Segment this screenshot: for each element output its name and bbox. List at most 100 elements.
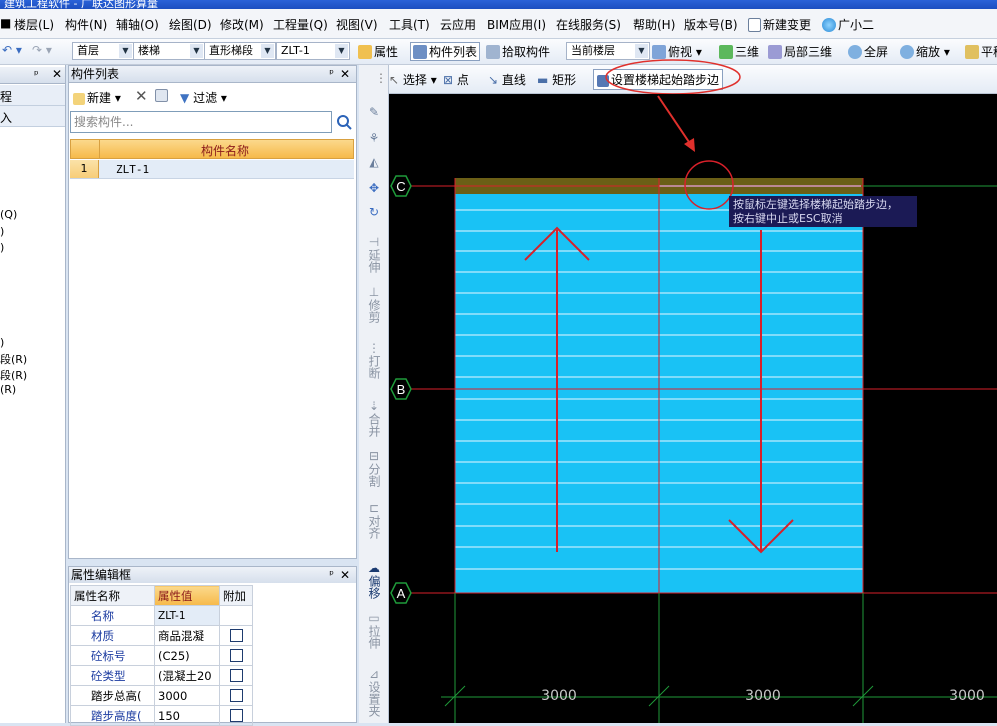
header-attach: 附加: [219, 585, 253, 606]
menu-new-change[interactable]: 新建变更: [748, 16, 811, 33]
stretch-button[interactable]: ▭ 拉伸: [365, 611, 383, 652]
merge-button[interactable]: ⇣ 合并: [365, 399, 383, 440]
subtype-select[interactable]: 直形梯段 ▼: [204, 42, 276, 60]
offset-button[interactable]: ☁ 偏移: [365, 561, 383, 602]
category-select[interactable]: 楼梯 ▼: [133, 42, 205, 60]
pan-button[interactable]: 平移: [965, 43, 997, 60]
drawing-canvas[interactable]: C B A 3000 3000 3000: [389, 94, 997, 723]
menu-view[interactable]: 视图(V): [336, 16, 378, 33]
move-icon[interactable]: ✥: [365, 181, 383, 195]
line-button[interactable]: ↘ 直线: [488, 71, 526, 88]
break-button[interactable]: ⋮ 打断: [365, 341, 383, 382]
rect-button[interactable]: ▬ 矩形: [537, 71, 576, 88]
delete-icon[interactable]: ✕: [135, 87, 148, 105]
menu-online[interactable]: 在线服务(S): [556, 16, 621, 33]
property-value[interactable]: 商品混凝: [154, 625, 220, 646]
point-button[interactable]: ⊠ 点: [443, 71, 469, 88]
pin-icon[interactable]: ᵖ: [329, 66, 334, 82]
align-button[interactable]: ⊏ 对齐: [365, 501, 383, 542]
new-component-button[interactable]: 新建 ▾: [73, 89, 121, 106]
property-attach: [219, 625, 253, 646]
menu-item-build[interactable]: ■: [0, 16, 11, 30]
property-value[interactable]: ZLT-1: [154, 605, 220, 626]
dimension-label: 3000: [745, 688, 781, 704]
search-icon[interactable]: [334, 111, 354, 133]
copy-icon[interactable]: [155, 88, 170, 102]
grip-icon: ⋮: [375, 71, 387, 85]
menu-bim[interactable]: BIM应用(I): [487, 16, 546, 33]
mirror-icon[interactable]: ⚘: [365, 131, 383, 145]
pin-icon[interactable]: ᵖ: [34, 68, 39, 81]
triangle-icon[interactable]: ◭: [365, 155, 383, 169]
pin-icon[interactable]: ᵖ: [329, 567, 334, 583]
property-value[interactable]: (C25): [154, 645, 220, 666]
menu-help[interactable]: 帮助(H): [633, 16, 675, 33]
extend-button[interactable]: ⊣ 延伸: [365, 235, 383, 276]
attach-checkbox[interactable]: [229, 648, 243, 662]
property-row[interactable]: 踏步总高( 3000: [70, 685, 253, 706]
menu-version[interactable]: 版本号(B): [684, 16, 738, 33]
pick-component-button[interactable]: 拾取构件: [486, 43, 550, 60]
filter-icon: ▼: [180, 91, 190, 105]
property-value[interactable]: (混凝土20: [154, 665, 220, 686]
property-row[interactable]: 材质 商品混凝: [70, 625, 253, 646]
close-icon[interactable]: ✕: [52, 67, 62, 81]
menu-aux-axis[interactable]: 辅轴(O): [116, 16, 159, 33]
menu-modify[interactable]: 修改(M): [220, 16, 264, 33]
attach-checkbox[interactable]: [229, 668, 243, 682]
property-value[interactable]: 3000: [154, 685, 220, 706]
property-row[interactable]: 砼标号 (C25): [70, 645, 253, 666]
tooltip-line-2: 按右键中止或ESC取消: [733, 212, 843, 225]
property-editor-header: 属性编辑框 ᵖ ✕: [68, 566, 357, 584]
undo-icon[interactable]: ↶ ▾: [2, 43, 22, 57]
property-attach: [219, 685, 253, 706]
menu-cloud[interactable]: 云应用: [440, 16, 476, 33]
property-attach: [219, 605, 253, 626]
menu-quantity[interactable]: 工程量(Q): [273, 16, 328, 33]
nav-item[interactable]: ): [0, 336, 4, 349]
column-header-name: 构件名称: [201, 144, 250, 158]
component-select[interactable]: ZLT-1 ▼: [276, 42, 350, 60]
menu-draw[interactable]: 绘图(D): [169, 16, 212, 33]
attribute-button[interactable]: 属性: [358, 43, 398, 60]
filter-button[interactable]: ▼ 过滤 ▾: [180, 89, 227, 106]
menu-assistant[interactable]: 广小二: [822, 16, 874, 33]
nav-item-stair-segment-2[interactable]: 段(R): [0, 367, 27, 383]
menu-bar: ■ 楼层(L) 构件(N) 辅轴(O) 绘图(D) 修改(M) 工程量(Q) 视…: [0, 9, 997, 39]
close-icon[interactable]: ✕: [340, 567, 350, 583]
modify-toolbar: ✎ ⚘ ◭ ✥ ↻ ⊣ 延伸 ⊥ 修剪 ⋮ 打断 ⇣ 合并 ⊟ 分割 ⊏ 对齐 ☁ 偏移 ▭ 拉…: [359, 65, 389, 723]
rotate-icon[interactable]: ↻: [365, 205, 383, 219]
fullscreen-button[interactable]: 全屏: [848, 43, 888, 60]
local-3d-button[interactable]: 局部三维: [768, 43, 832, 60]
attach-checkbox[interactable]: [229, 708, 243, 722]
trim-button[interactable]: ⊥ 修剪: [365, 285, 383, 326]
close-icon[interactable]: ✕: [340, 66, 350, 82]
property-row[interactable]: 砼类型 (混凝土20: [70, 665, 253, 686]
property-row[interactable]: 名称 ZLT-1: [70, 605, 253, 626]
component-list-button[interactable]: 构件列表: [410, 42, 481, 61]
floor-select[interactable]: 首层 ▼: [72, 42, 134, 60]
attach-checkbox[interactable]: [229, 688, 243, 702]
property-header-row: 属性名称 属性值 附加: [70, 585, 253, 606]
nav-item[interactable]: (R): [0, 383, 16, 396]
select-button[interactable]: ↖ 选择 ▾: [389, 71, 437, 88]
nav-tab-input[interactable]: 入: [0, 106, 65, 127]
tooltip-line-1: 按鼠标左键选择楼梯起始踏步边，: [733, 198, 898, 211]
menu-floor[interactable]: 楼层(L): [14, 16, 54, 33]
zoom-button[interactable]: 缩放 ▾: [900, 43, 950, 60]
menu-tools[interactable]: 工具(T): [389, 16, 430, 33]
attach-checkbox[interactable]: [229, 628, 243, 642]
nav-item[interactable]: ): [0, 241, 4, 254]
table-row[interactable]: 1 ZLT-1: [70, 160, 354, 179]
nav-item[interactable]: ): [0, 225, 4, 238]
set-clip-button[interactable]: ⊿ 设置夹: [365, 667, 383, 720]
new-icon: [73, 93, 85, 105]
nav-item[interactable]: (Q): [0, 208, 17, 221]
nav-item-stair-segment[interactable]: 段(R): [0, 351, 27, 367]
redo-icon[interactable]: ↷ ▾: [32, 43, 52, 57]
pencil-icon[interactable]: ✎: [365, 105, 383, 119]
menu-component[interactable]: 构件(N): [65, 16, 107, 33]
nav-tab-project[interactable]: 程: [0, 85, 65, 106]
search-input[interactable]: 搜索构件...: [70, 111, 332, 133]
split-button[interactable]: ⊟ 分割: [365, 449, 383, 490]
